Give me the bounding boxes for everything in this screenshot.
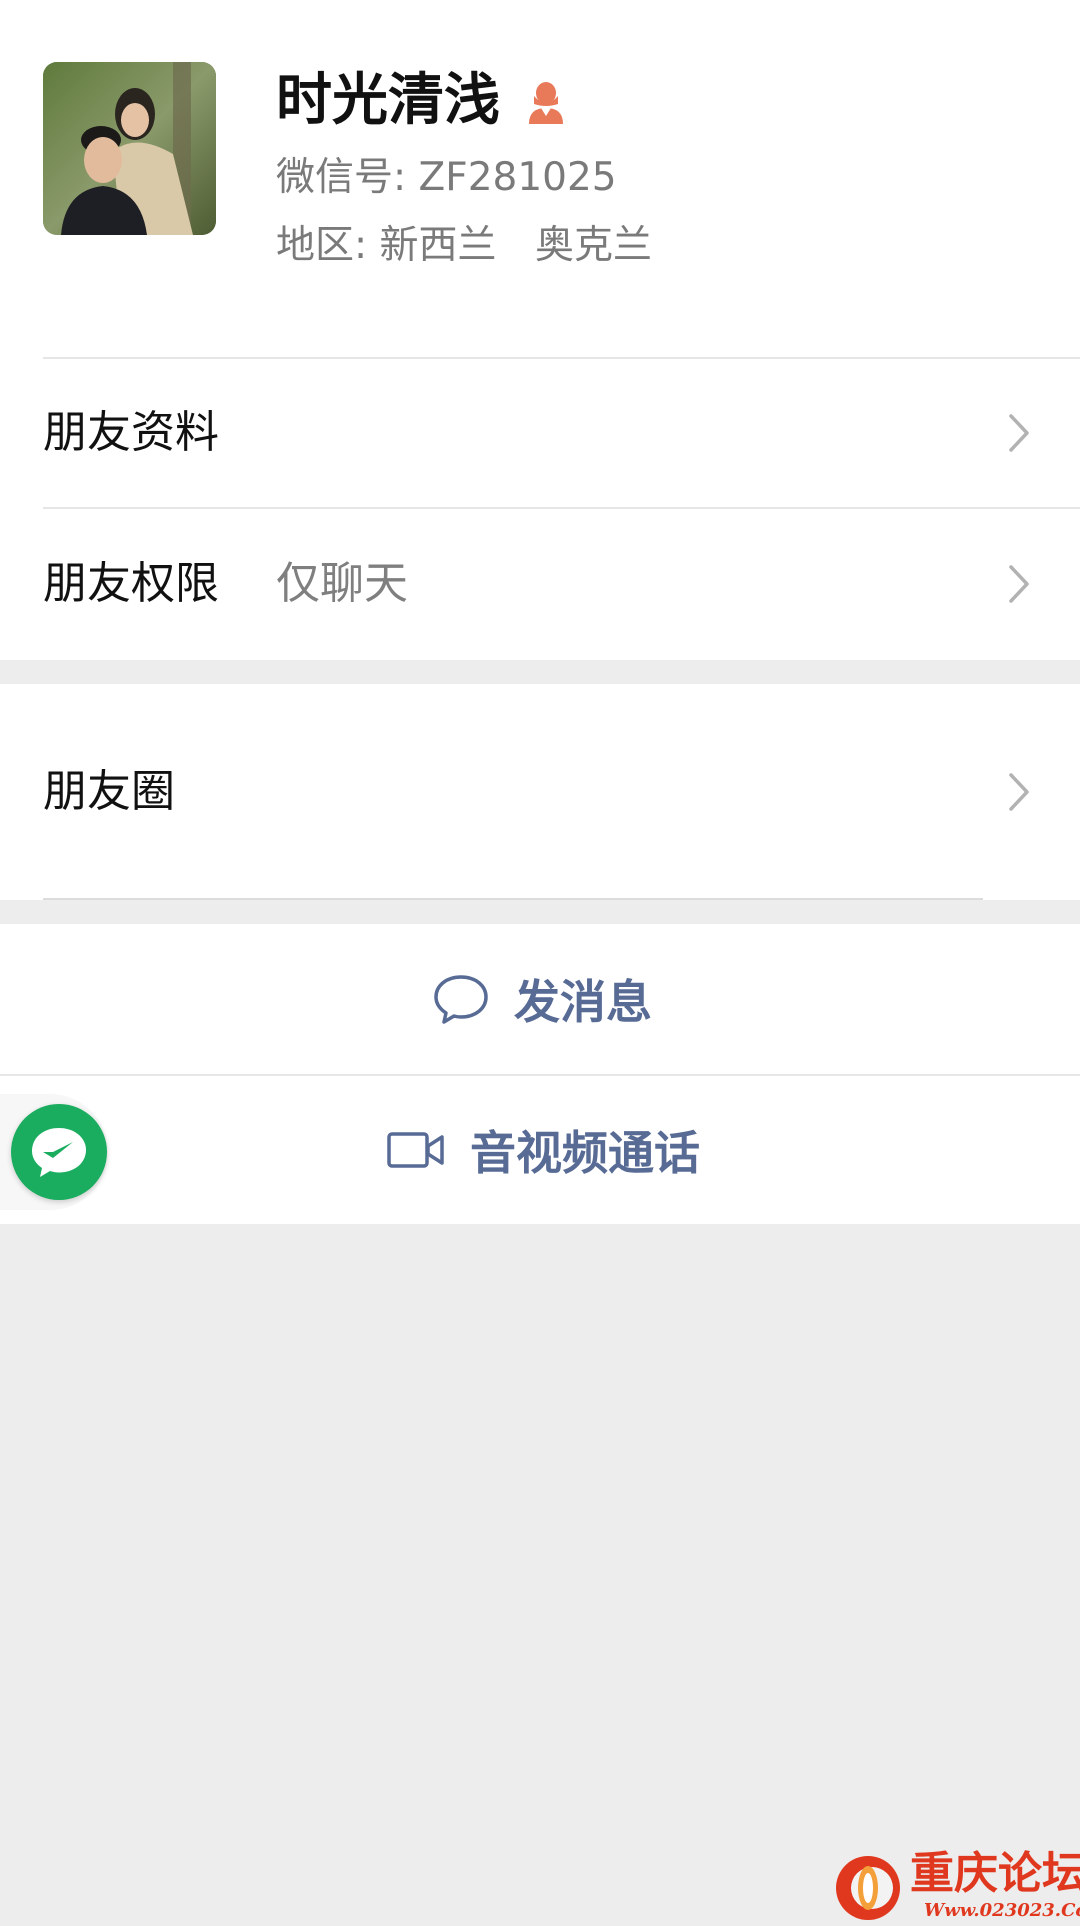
region-country: 新西兰 — [379, 223, 497, 268]
chevron-right-icon — [1009, 773, 1029, 811]
wechat-id-line: 微信号: ZF281025 — [276, 152, 617, 204]
chevron-right-icon — [1009, 414, 1029, 452]
friend-info-row[interactable]: 朋友资料 — [0, 358, 1080, 508]
watermark-url: Www.023023.Cc — [924, 1900, 1080, 1921]
wechat-id-value: ZF281025 — [418, 155, 617, 200]
region-line: 地区: 新西兰 奥克兰 — [276, 220, 652, 272]
send-message-button[interactable]: 发消息 — [0, 924, 1080, 1074]
chevron-right-icon — [1009, 565, 1029, 603]
female-icon — [525, 78, 567, 124]
friend-permissions-value: 仅聊天 — [276, 558, 408, 609]
wechat-logo-icon — [11, 1104, 107, 1200]
wechat-id-label: 微信号: — [276, 155, 407, 200]
avatar[interactable] — [43, 62, 216, 235]
friend-permissions-label: 朋友权限 — [43, 558, 219, 609]
video-call-label: 音视频通话 — [470, 1126, 700, 1180]
video-call-button[interactable]: 音视频通话 — [0, 1076, 1080, 1224]
region-label: 地区: — [276, 223, 368, 268]
video-call-content: 音视频通话 — [386, 1076, 700, 1224]
divider — [43, 507, 1080, 509]
moments-row[interactable]: 朋友圈 — [0, 684, 1080, 900]
watermark-title: 重庆论坛 — [910, 1848, 1080, 1899]
video-camera-icon — [387, 1132, 444, 1168]
profile-name: 时光清浅 — [276, 68, 500, 133]
send-message-content: 发消息 — [432, 924, 652, 1074]
divider — [43, 898, 983, 900]
friend-info-label: 朋友资料 — [43, 407, 219, 458]
region-city: 奥克兰 — [534, 223, 652, 268]
watermark-logo-icon — [836, 1856, 900, 1920]
divider — [43, 357, 1080, 359]
send-message-label: 发消息 — [514, 975, 652, 1029]
chat-bubble-icon — [434, 975, 488, 1024]
friend-permissions-row[interactable]: 朋友权限 仅聊天 — [0, 508, 1080, 660]
watermark: 重庆论坛 Www.023023.Cc — [832, 1846, 1080, 1926]
moments-label: 朋友圈 — [43, 766, 175, 817]
profile-header: 时光清浅 微信号: ZF281025 地区: 新西兰 奥克兰 — [0, 0, 1080, 358]
